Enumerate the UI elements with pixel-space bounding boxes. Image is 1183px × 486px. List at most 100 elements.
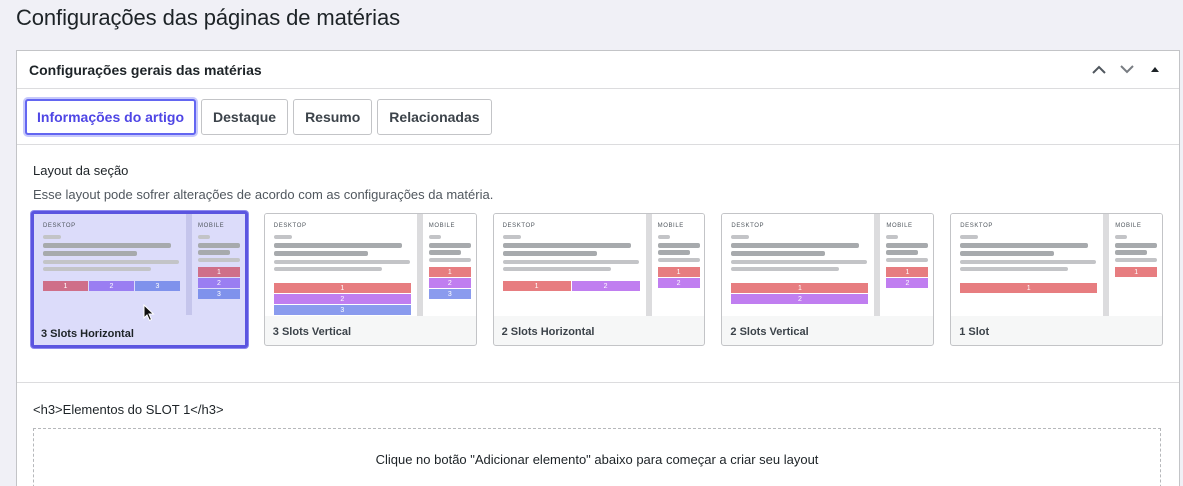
desktop-tag: DESKTOP [273, 223, 307, 229]
slot-3: 3 [428, 289, 471, 299]
preview-line [731, 260, 868, 264]
preview-line [960, 251, 1055, 256]
preview-line [428, 235, 441, 239]
handle-actions [1087, 58, 1167, 82]
slot-2: 2 [731, 294, 869, 304]
preview-line [960, 260, 1097, 264]
slot-1: 1 [43, 281, 88, 291]
preview-line [198, 258, 240, 262]
tab-summary[interactable]: Resumo [293, 98, 373, 135]
preview-line [1115, 258, 1158, 262]
slot-2: 2 [89, 281, 134, 291]
section-divider [17, 382, 1179, 383]
mobile-preview: MOBILE 1 [1109, 214, 1162, 316]
postbox-header: Configurações gerais das matérias [17, 51, 1179, 89]
slot-3: 3 [273, 305, 411, 315]
layout-name: 2 Slots Horizontal [501, 326, 595, 338]
layout-preview: DESKTOP 1 2 MOBILE 1 2 [722, 214, 934, 316]
mobile-tag: MOBILE [657, 223, 684, 229]
tab-bar: Informações do artigo Destaque Resumo Re… [17, 89, 1179, 145]
slot-1: 1 [1115, 267, 1158, 277]
preview-line [657, 243, 700, 248]
preview-line [43, 243, 171, 248]
preview-line [502, 243, 631, 248]
preview-line [198, 243, 240, 248]
preview-line [428, 243, 471, 248]
chevron-up-icon[interactable] [1087, 58, 1111, 82]
slot-1: 1 [657, 267, 700, 277]
preview-line [886, 250, 919, 255]
slot-2: 2 [571, 281, 640, 291]
layout-options: DESKTOP 1 2 3 MOBILE 1 2 3 3 Slots Horiz… [31, 211, 1163, 348]
layout-preview: DESKTOP 1 2 3 MOBILE 1 2 3 [264, 214, 476, 316]
slot-2: 2 [428, 278, 471, 288]
mobile-preview: MOBILE 1 2 [651, 214, 705, 316]
preview-line [198, 235, 210, 239]
preview-line [198, 250, 230, 255]
mobile-tag: MOBILE [428, 223, 456, 229]
preview-line [502, 251, 597, 256]
preview-line [886, 235, 899, 239]
slot-1: 1 [886, 267, 929, 277]
slot-dropzone: Clique no botão "Adicionar elemento" aba… [33, 428, 1161, 486]
preview-line [1115, 235, 1128, 239]
preview-line [428, 250, 461, 255]
preview-line [731, 267, 840, 271]
page-title: Configurações das páginas de matérias [16, 5, 400, 30]
mobile-tag: MOBILE [198, 223, 225, 229]
tab-highlight[interactable]: Destaque [201, 98, 289, 135]
preview-line [273, 267, 382, 271]
mobile-preview: MOBILE 1 2 3 [422, 214, 476, 316]
desktop-preview: DESKTOP 1 2 3 [34, 214, 186, 315]
preview-line [502, 235, 521, 239]
preview-line [731, 243, 860, 248]
preview-line [273, 251, 368, 256]
slot-1: 1 [731, 283, 869, 293]
slot-2: 2 [273, 294, 411, 304]
desktop-tag: DESKTOP [960, 223, 993, 229]
layout-option-1-slot[interactable]: DESKTOP 1 MOBILE 1 1 Slot [950, 213, 1163, 346]
slot-1: 1 [273, 283, 411, 293]
desktop-tag: DESKTOP [502, 223, 536, 229]
desktop-tag: DESKTOP [731, 223, 765, 229]
section-description: Esse layout pode sofrer alterações de ac… [33, 187, 494, 202]
preview-line [960, 243, 1089, 248]
preview-line [43, 267, 151, 271]
preview-line [273, 260, 410, 264]
postbox-title: Configurações gerais das matérias [29, 61, 262, 78]
mobile-preview: MOBILE 1 2 3 [192, 214, 245, 315]
tab-article-info[interactable]: Informações do artigo [25, 98, 197, 135]
layout-option-3-slots-vertical[interactable]: DESKTOP 1 2 3 MOBILE 1 2 3 3 Slots Verti… [263, 213, 477, 346]
layout-section: Layout da seção Esse layout pode sofrer … [17, 145, 1179, 348]
preview-line [960, 267, 1069, 271]
preview-line [731, 235, 750, 239]
slot-2: 2 [886, 278, 929, 288]
layout-option-2-slots-vertical[interactable]: DESKTOP 1 2 MOBILE 1 2 2 Slots Vertical [721, 213, 935, 346]
section-label: Layout da seção [33, 163, 129, 178]
slot-3: 3 [135, 281, 180, 291]
layout-option-2-slots-horizontal[interactable]: DESKTOP 1 2 MOBILE 1 2 2 Slots Horizonta… [492, 213, 706, 346]
desktop-preview: DESKTOP 1 [951, 214, 1104, 316]
slot-3: 3 [198, 289, 240, 299]
preview-line [657, 235, 670, 239]
layout-option-3-slots-horizontal[interactable]: DESKTOP 1 2 3 MOBILE 1 2 3 3 Slots Horiz… [31, 211, 248, 348]
slot-2: 2 [657, 278, 700, 288]
tab-related[interactable]: Relacionadas [377, 98, 492, 135]
desktop-tag: DESKTOP [43, 223, 76, 229]
preview-line [886, 258, 929, 262]
triangle-up-icon[interactable] [1143, 58, 1167, 82]
preview-line [428, 258, 471, 262]
layout-name: 1 Slot [959, 326, 990, 338]
mobile-tag: MOBILE [1115, 223, 1142, 229]
slot-1: 1 [198, 267, 240, 277]
layout-preview: DESKTOP 1 2 MOBILE 1 2 [493, 214, 705, 316]
preview-line [731, 251, 826, 256]
desktop-preview: DESKTOP 1 2 3 [264, 214, 417, 316]
preview-line [273, 243, 402, 248]
preview-line [960, 235, 979, 239]
preview-line [1115, 243, 1158, 248]
slot-1: 1 [960, 283, 1098, 293]
mobile-preview: MOBILE 1 2 [880, 214, 934, 316]
slot-1: 1 [502, 281, 571, 291]
chevron-down-icon[interactable] [1115, 58, 1139, 82]
